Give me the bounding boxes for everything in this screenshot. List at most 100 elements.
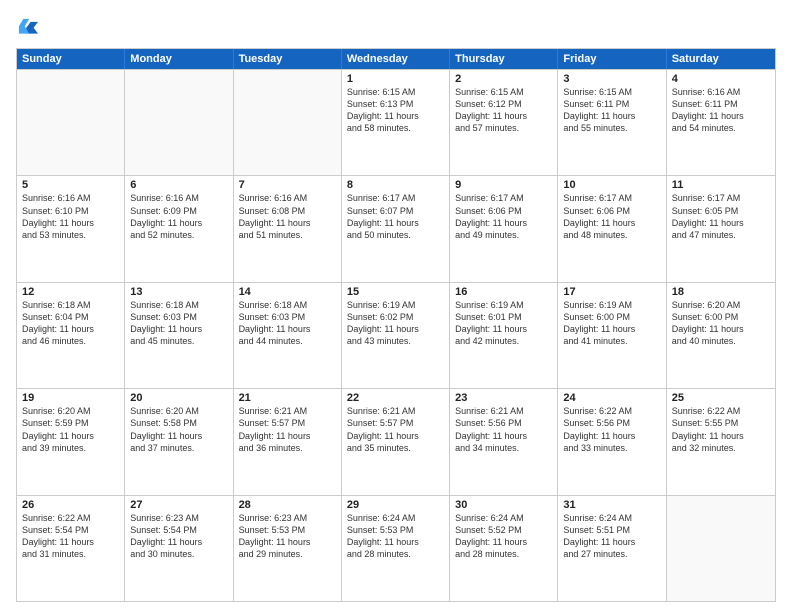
calendar-cell: 3Sunrise: 6:15 AMSunset: 6:11 PMDaylight… [558,70,666,175]
day-number: 6 [130,179,227,191]
day-number: 18 [672,286,770,298]
cal-header-day: Saturday [667,49,775,69]
calendar-cell: 13Sunrise: 6:18 AMSunset: 6:03 PMDayligh… [125,283,233,388]
cal-header-day: Thursday [450,49,558,69]
day-number: 14 [239,286,336,298]
cal-header-day: Tuesday [234,49,342,69]
cell-info: Sunrise: 6:21 AMSunset: 5:57 PMDaylight:… [239,405,336,454]
day-number: 28 [239,499,336,511]
calendar-cell: 23Sunrise: 6:21 AMSunset: 5:56 PMDayligh… [450,389,558,494]
calendar-cell: 20Sunrise: 6:20 AMSunset: 5:58 PMDayligh… [125,389,233,494]
logo-icon [16,16,38,38]
cell-info: Sunrise: 6:16 AMSunset: 6:09 PMDaylight:… [130,192,227,241]
cell-info: Sunrise: 6:24 AMSunset: 5:51 PMDaylight:… [563,512,660,561]
cell-info: Sunrise: 6:22 AMSunset: 5:55 PMDaylight:… [672,405,770,454]
cell-info: Sunrise: 6:20 AMSunset: 5:59 PMDaylight:… [22,405,119,454]
calendar-cell: 30Sunrise: 6:24 AMSunset: 5:52 PMDayligh… [450,496,558,601]
calendar-cell: 19Sunrise: 6:20 AMSunset: 5:59 PMDayligh… [17,389,125,494]
calendar-cell: 27Sunrise: 6:23 AMSunset: 5:54 PMDayligh… [125,496,233,601]
calendar-body: 1Sunrise: 6:15 AMSunset: 6:13 PMDaylight… [17,69,775,601]
cell-info: Sunrise: 6:22 AMSunset: 5:54 PMDaylight:… [22,512,119,561]
cell-info: Sunrise: 6:20 AMSunset: 5:58 PMDaylight:… [130,405,227,454]
cell-info: Sunrise: 6:18 AMSunset: 6:04 PMDaylight:… [22,299,119,348]
cal-header-day: Sunday [17,49,125,69]
day-number: 30 [455,499,552,511]
day-number: 1 [347,73,444,85]
day-number: 8 [347,179,444,191]
calendar-cell: 21Sunrise: 6:21 AMSunset: 5:57 PMDayligh… [234,389,342,494]
day-number: 5 [22,179,119,191]
calendar-cell: 16Sunrise: 6:19 AMSunset: 6:01 PMDayligh… [450,283,558,388]
day-number: 17 [563,286,660,298]
day-number: 16 [455,286,552,298]
day-number: 27 [130,499,227,511]
calendar-row: 5Sunrise: 6:16 AMSunset: 6:10 PMDaylight… [17,175,775,281]
cell-info: Sunrise: 6:15 AMSunset: 6:13 PMDaylight:… [347,86,444,135]
calendar-cell: 2Sunrise: 6:15 AMSunset: 6:12 PMDaylight… [450,70,558,175]
cal-header-day: Wednesday [342,49,450,69]
cell-info: Sunrise: 6:19 AMSunset: 6:00 PMDaylight:… [563,299,660,348]
day-number: 2 [455,73,552,85]
day-number: 3 [563,73,660,85]
calendar-cell: 28Sunrise: 6:23 AMSunset: 5:53 PMDayligh… [234,496,342,601]
calendar-cell: 8Sunrise: 6:17 AMSunset: 6:07 PMDaylight… [342,176,450,281]
day-number: 9 [455,179,552,191]
calendar-cell: 7Sunrise: 6:16 AMSunset: 6:08 PMDaylight… [234,176,342,281]
day-number: 7 [239,179,336,191]
calendar-cell: 4Sunrise: 6:16 AMSunset: 6:11 PMDaylight… [667,70,775,175]
cal-header-day: Friday [558,49,666,69]
calendar-cell [234,70,342,175]
cell-info: Sunrise: 6:16 AMSunset: 6:10 PMDaylight:… [22,192,119,241]
calendar: SundayMondayTuesdayWednesdayThursdayFrid… [16,48,776,602]
day-number: 20 [130,392,227,404]
calendar-row: 1Sunrise: 6:15 AMSunset: 6:13 PMDaylight… [17,69,775,175]
day-number: 25 [672,392,770,404]
calendar-cell [17,70,125,175]
day-number: 13 [130,286,227,298]
calendar-cell: 6Sunrise: 6:16 AMSunset: 6:09 PMDaylight… [125,176,233,281]
logo [16,16,42,38]
cell-info: Sunrise: 6:15 AMSunset: 6:11 PMDaylight:… [563,86,660,135]
cell-info: Sunrise: 6:17 AMSunset: 6:07 PMDaylight:… [347,192,444,241]
day-number: 26 [22,499,119,511]
day-number: 12 [22,286,119,298]
calendar-cell [667,496,775,601]
calendar-cell: 24Sunrise: 6:22 AMSunset: 5:56 PMDayligh… [558,389,666,494]
cell-info: Sunrise: 6:22 AMSunset: 5:56 PMDaylight:… [563,405,660,454]
day-number: 22 [347,392,444,404]
calendar-cell: 15Sunrise: 6:19 AMSunset: 6:02 PMDayligh… [342,283,450,388]
cell-info: Sunrise: 6:19 AMSunset: 6:02 PMDaylight:… [347,299,444,348]
day-number: 10 [563,179,660,191]
cell-info: Sunrise: 6:17 AMSunset: 6:06 PMDaylight:… [455,192,552,241]
day-number: 31 [563,499,660,511]
cell-info: Sunrise: 6:24 AMSunset: 5:52 PMDaylight:… [455,512,552,561]
calendar-cell: 17Sunrise: 6:19 AMSunset: 6:00 PMDayligh… [558,283,666,388]
day-number: 4 [672,73,770,85]
header [16,16,776,38]
day-number: 19 [22,392,119,404]
calendar-cell: 25Sunrise: 6:22 AMSunset: 5:55 PMDayligh… [667,389,775,494]
cell-info: Sunrise: 6:17 AMSunset: 6:06 PMDaylight:… [563,192,660,241]
day-number: 21 [239,392,336,404]
day-number: 15 [347,286,444,298]
day-number: 24 [563,392,660,404]
calendar-cell: 29Sunrise: 6:24 AMSunset: 5:53 PMDayligh… [342,496,450,601]
calendar-cell [125,70,233,175]
calendar-row: 12Sunrise: 6:18 AMSunset: 6:04 PMDayligh… [17,282,775,388]
cell-info: Sunrise: 6:24 AMSunset: 5:53 PMDaylight:… [347,512,444,561]
calendar-cell: 5Sunrise: 6:16 AMSunset: 6:10 PMDaylight… [17,176,125,281]
calendar-row: 26Sunrise: 6:22 AMSunset: 5:54 PMDayligh… [17,495,775,601]
calendar-cell: 22Sunrise: 6:21 AMSunset: 5:57 PMDayligh… [342,389,450,494]
cell-info: Sunrise: 6:20 AMSunset: 6:00 PMDaylight:… [672,299,770,348]
cell-info: Sunrise: 6:15 AMSunset: 6:12 PMDaylight:… [455,86,552,135]
cell-info: Sunrise: 6:16 AMSunset: 6:08 PMDaylight:… [239,192,336,241]
calendar-cell: 11Sunrise: 6:17 AMSunset: 6:05 PMDayligh… [667,176,775,281]
calendar-cell: 14Sunrise: 6:18 AMSunset: 6:03 PMDayligh… [234,283,342,388]
cell-info: Sunrise: 6:18 AMSunset: 6:03 PMDaylight:… [130,299,227,348]
calendar-cell: 9Sunrise: 6:17 AMSunset: 6:06 PMDaylight… [450,176,558,281]
page: SundayMondayTuesdayWednesdayThursdayFrid… [0,0,792,612]
cell-info: Sunrise: 6:19 AMSunset: 6:01 PMDaylight:… [455,299,552,348]
calendar-header: SundayMondayTuesdayWednesdayThursdayFrid… [17,49,775,69]
calendar-cell: 10Sunrise: 6:17 AMSunset: 6:06 PMDayligh… [558,176,666,281]
calendar-cell: 26Sunrise: 6:22 AMSunset: 5:54 PMDayligh… [17,496,125,601]
